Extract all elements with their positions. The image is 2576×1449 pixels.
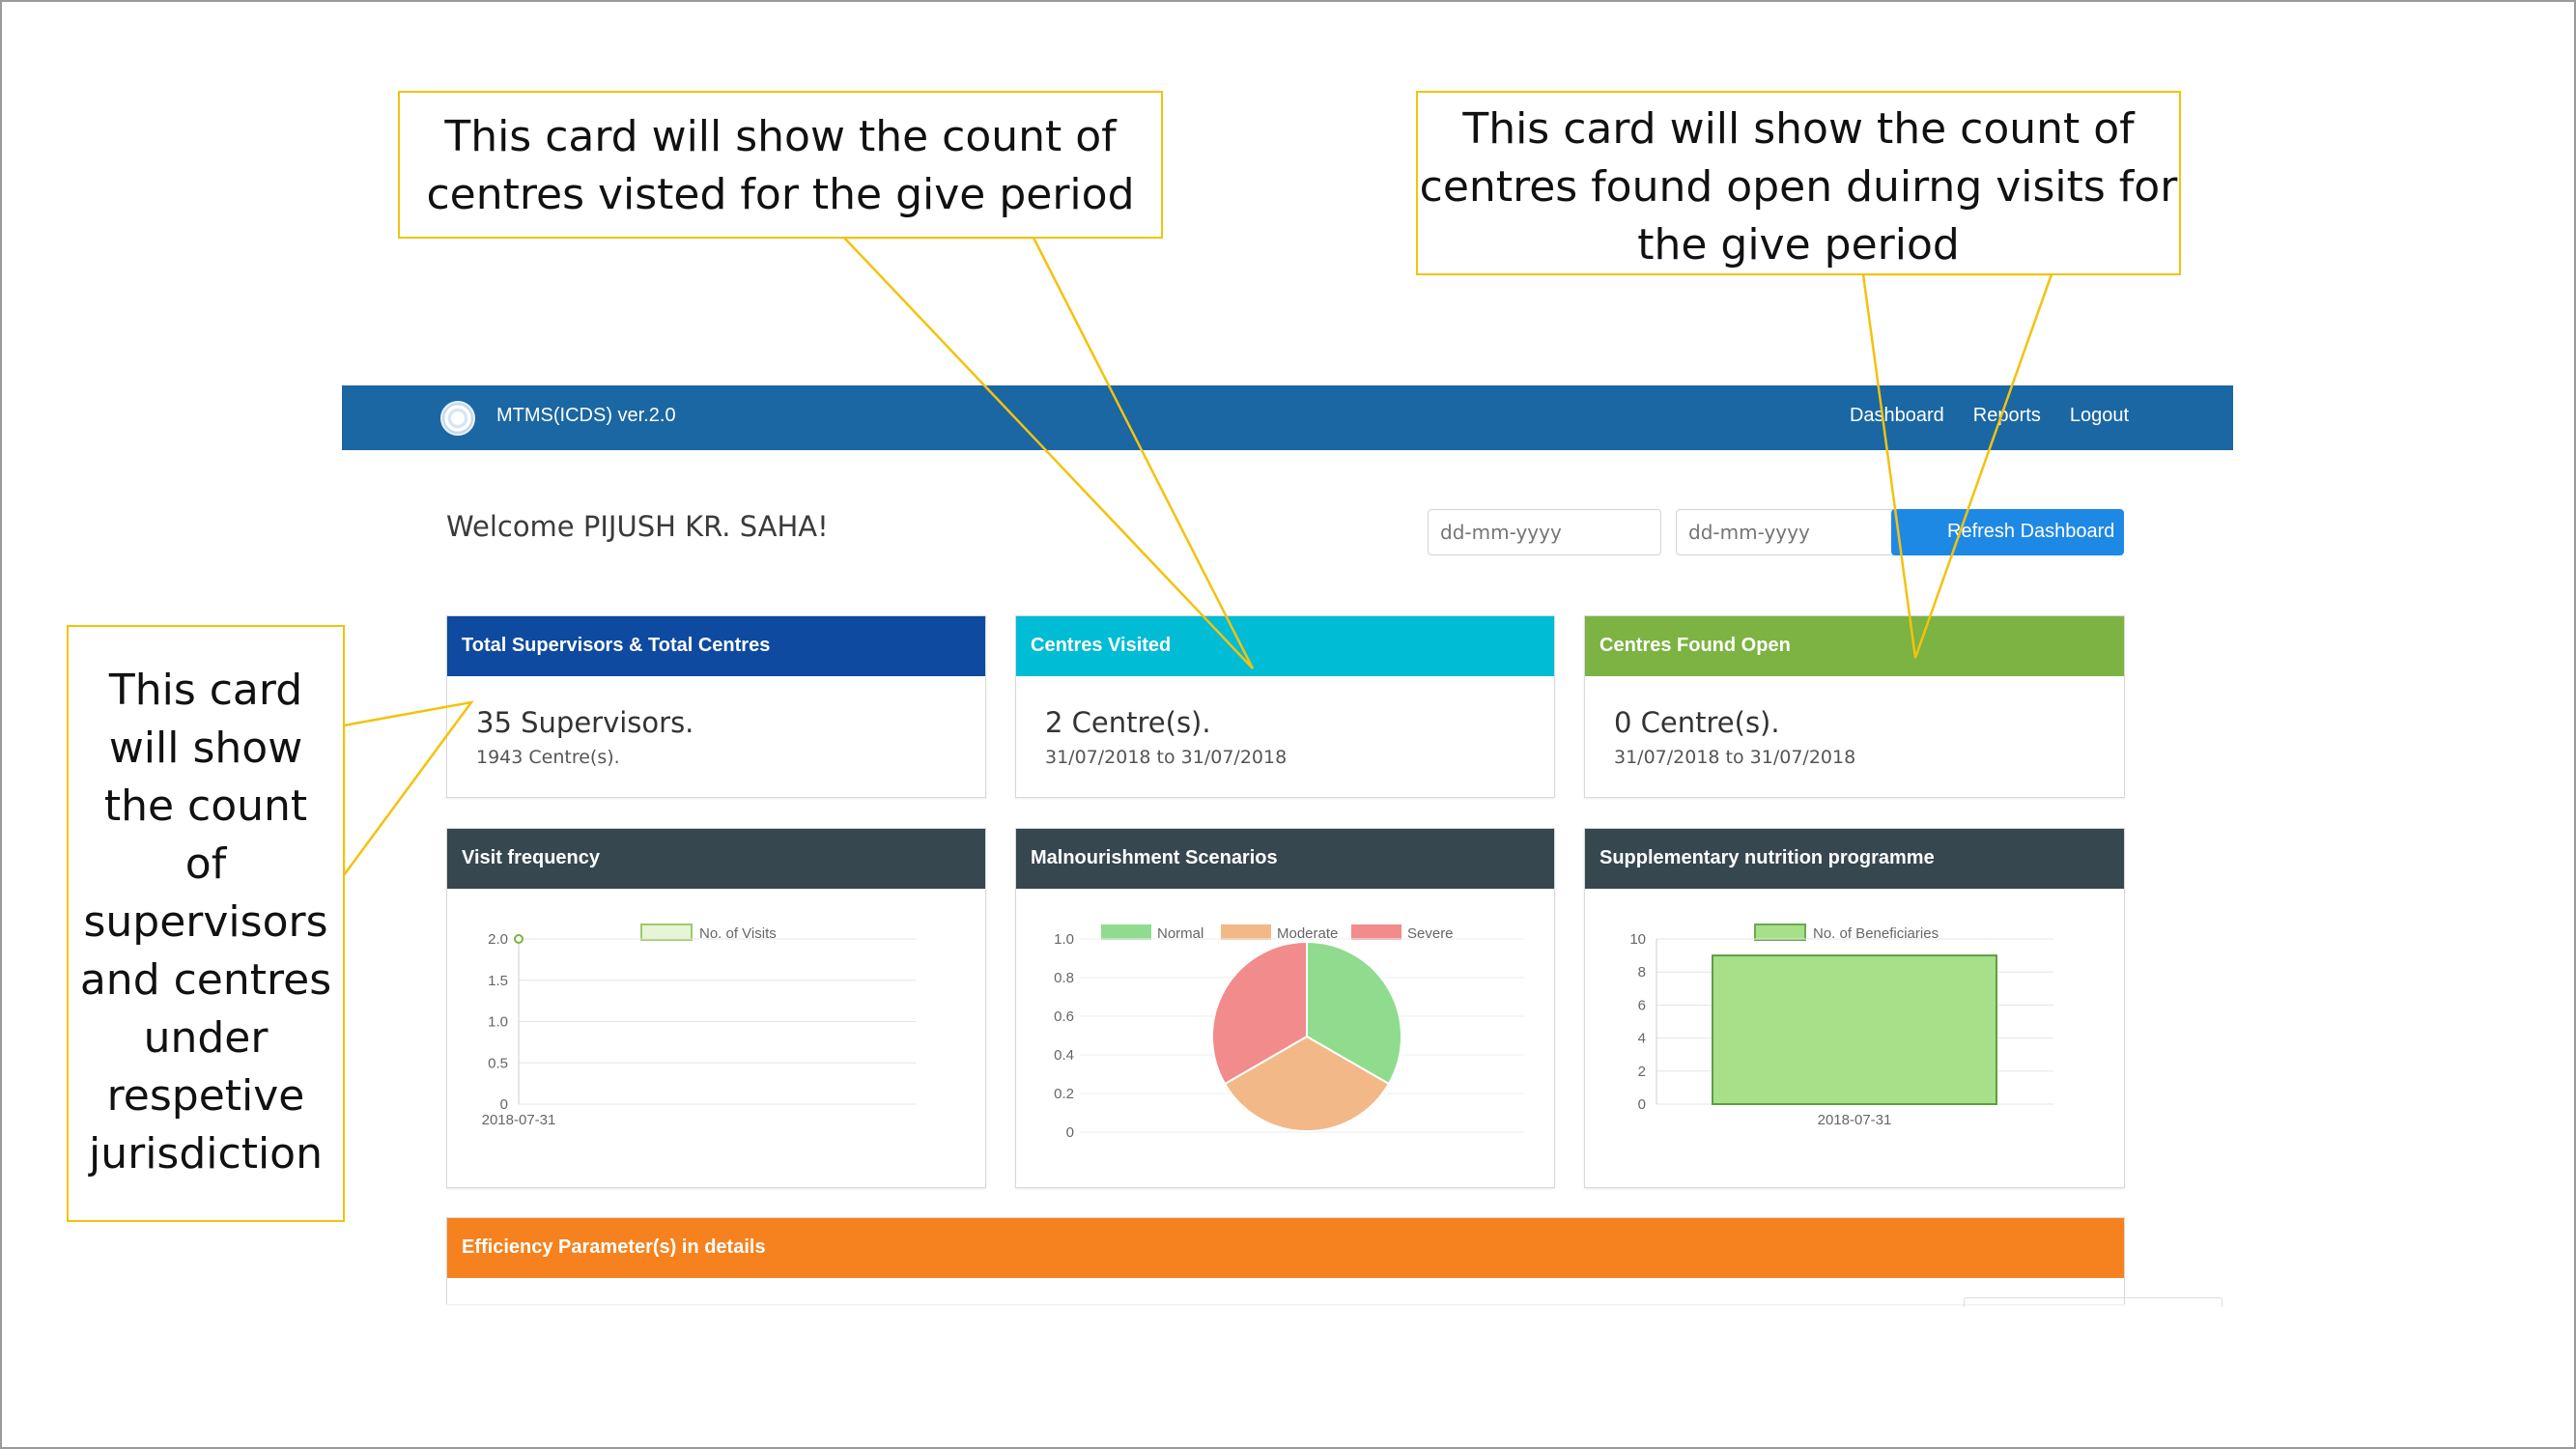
y-tick-label: 0.5 [488,1055,508,1071]
callout-centres-visited: This card will show the count of centres… [398,91,1163,239]
y-tick-label: 0 [500,1096,508,1113]
y-tick-label: 1.0 [488,1014,508,1031]
callout-line: the give period [1637,220,1960,270]
legend-swatch [640,923,693,941]
efficiency-search-box[interactable] [1964,1297,2222,1307]
y-tick-label: 1.5 [488,973,508,989]
nav-reports-link[interactable]: Reports [1973,405,2041,427]
callout-line: the count [103,781,308,831]
callout-line: centres visted for the give period [426,170,1135,219]
supplementary-nutrition-card: Supplementary nutrition programme No. of… [1584,828,2125,1188]
app-title: MTMS(ICDS) ver.2.0 [496,405,676,426]
welcome-message: Welcome PIJUSH KR. SAHA! [446,510,829,543]
legend-swatch-moderate [1221,924,1271,940]
callout-line: This card will show the count of [1462,104,2135,154]
icds-logo-icon [440,401,475,436]
centres-count: 1943 Centre(s). [476,747,620,768]
centres-visited-count: 2 Centre(s). [1045,706,1211,739]
data-point [514,934,524,944]
legend-swatch [1754,923,1806,941]
callout-line: of [184,839,227,889]
callout-line: and centres [79,955,332,1005]
y-tick-label: 0.8 [1054,970,1074,986]
y-tick-label: 0.4 [1054,1047,1074,1064]
centres-visited-body: 2 Centre(s). 31/07/2018 to 31/07/2018 [1016,676,1554,781]
y-tick-label: 0 [1638,1096,1646,1113]
y-tick-label: 0.2 [1054,1086,1074,1102]
y-tick-label: 0 [1066,1124,1074,1141]
malnourishment-chart: Normal Moderate Severe 00.20.40.60.81.0 [1054,924,1524,1141]
bar [1712,954,1997,1105]
y-tick-label: 6 [1638,997,1646,1013]
centres-open-body: 0 Centre(s). 31/07/2018 to 31/07/2018 [1585,676,2124,781]
centres-open-period: 31/07/2018 to 31/07/2018 [1614,747,1856,768]
date-from-input[interactable] [1428,509,1661,555]
centres-visited-card: Centres Visited 2 Centre(s). 31/07/2018 … [1015,615,1555,798]
supervisors-count: 35 Supervisors. [476,706,694,739]
x-tick-label: 2018-07-31 [1818,1112,1892,1128]
centres-visited-period: 31/07/2018 to 31/07/2018 [1045,747,1288,768]
visit-frequency-chart: No. of Visits 00.51.01.52.02018-07-31 [482,923,916,1128]
y-tick-label: 1.0 [1054,931,1074,948]
efficiency-header: Efficiency Parameter(s) in details [447,1218,2124,1278]
y-tick-label: 4 [1638,1031,1646,1047]
nav-dashboard-link[interactable]: Dashboard [1850,405,1944,427]
callout-line: will show [108,724,303,773]
nav-links: Dashboard Reports Logout [1850,405,2129,427]
legend-swatch-normal [1101,924,1151,940]
efficiency-card: Efficiency Parameter(s) in details [446,1217,2222,1307]
nav-logout-link[interactable]: Logout [2070,405,2129,427]
y-tick-label: 2.0 [488,931,508,948]
supplementary-nutrition-chart: No. of Beneficiaries 02468102018-07-31 [1629,923,2053,1128]
centres-visited-header: Centres Visited [1016,616,1554,676]
callout-line: jurisdiction [89,1129,323,1179]
callout-centres-open: This card will show the count of centres… [1416,91,2181,275]
supervisors-card: Total Supervisors & Total Centres 35 Sup… [446,615,986,798]
callout-line: under [143,1013,269,1063]
centres-open-card: Centres Found Open 0 Centre(s). 31/07/20… [1584,615,2125,798]
supplementary-nutrition-header: Supplementary nutrition programme [1585,829,2124,889]
malnourishment-header: Malnourishment Scenarios [1016,829,1554,889]
callout-line: centres found open duirng visits for [1419,162,2178,212]
x-tick-label: 2018-07-31 [482,1112,556,1128]
callout-line: This card will show the count of [444,112,1117,161]
legend-swatch-severe [1351,924,1401,940]
date-to-input[interactable] [1676,509,1910,555]
top-navbar: MTMS(ICDS) ver.2.0 Dashboard Reports Log… [342,385,2233,450]
centres-open-count: 0 Centre(s). [1614,706,1780,739]
y-tick-label: 8 [1638,964,1646,980]
callout-supervisors: This card will show the count of supervi… [67,625,345,1222]
refresh-dashboard-button[interactable]: Refresh Dashboard [1891,509,2124,555]
y-tick-label: 2 [1638,1064,1646,1080]
y-tick-label: 0.6 [1054,1009,1074,1025]
supervisors-card-header: Total Supervisors & Total Centres [447,616,985,676]
callout-line: This card [108,666,303,715]
y-tick-label: 10 [1629,931,1646,948]
callout-line: respetive [106,1071,305,1121]
supervisors-card-body: 35 Supervisors. 1943 Centre(s). [447,676,985,781]
visit-frequency-header: Visit frequency [447,829,985,889]
callout-line: supervisors [83,897,328,947]
malnourishment-card: Malnourishment Scenarios Normal Moderate… [1015,828,1555,1188]
centres-open-header: Centres Found Open [1585,616,2124,676]
visit-frequency-card: Visit frequency No. of Visits 0 0.5 1.0 1.5… [446,828,986,1188]
